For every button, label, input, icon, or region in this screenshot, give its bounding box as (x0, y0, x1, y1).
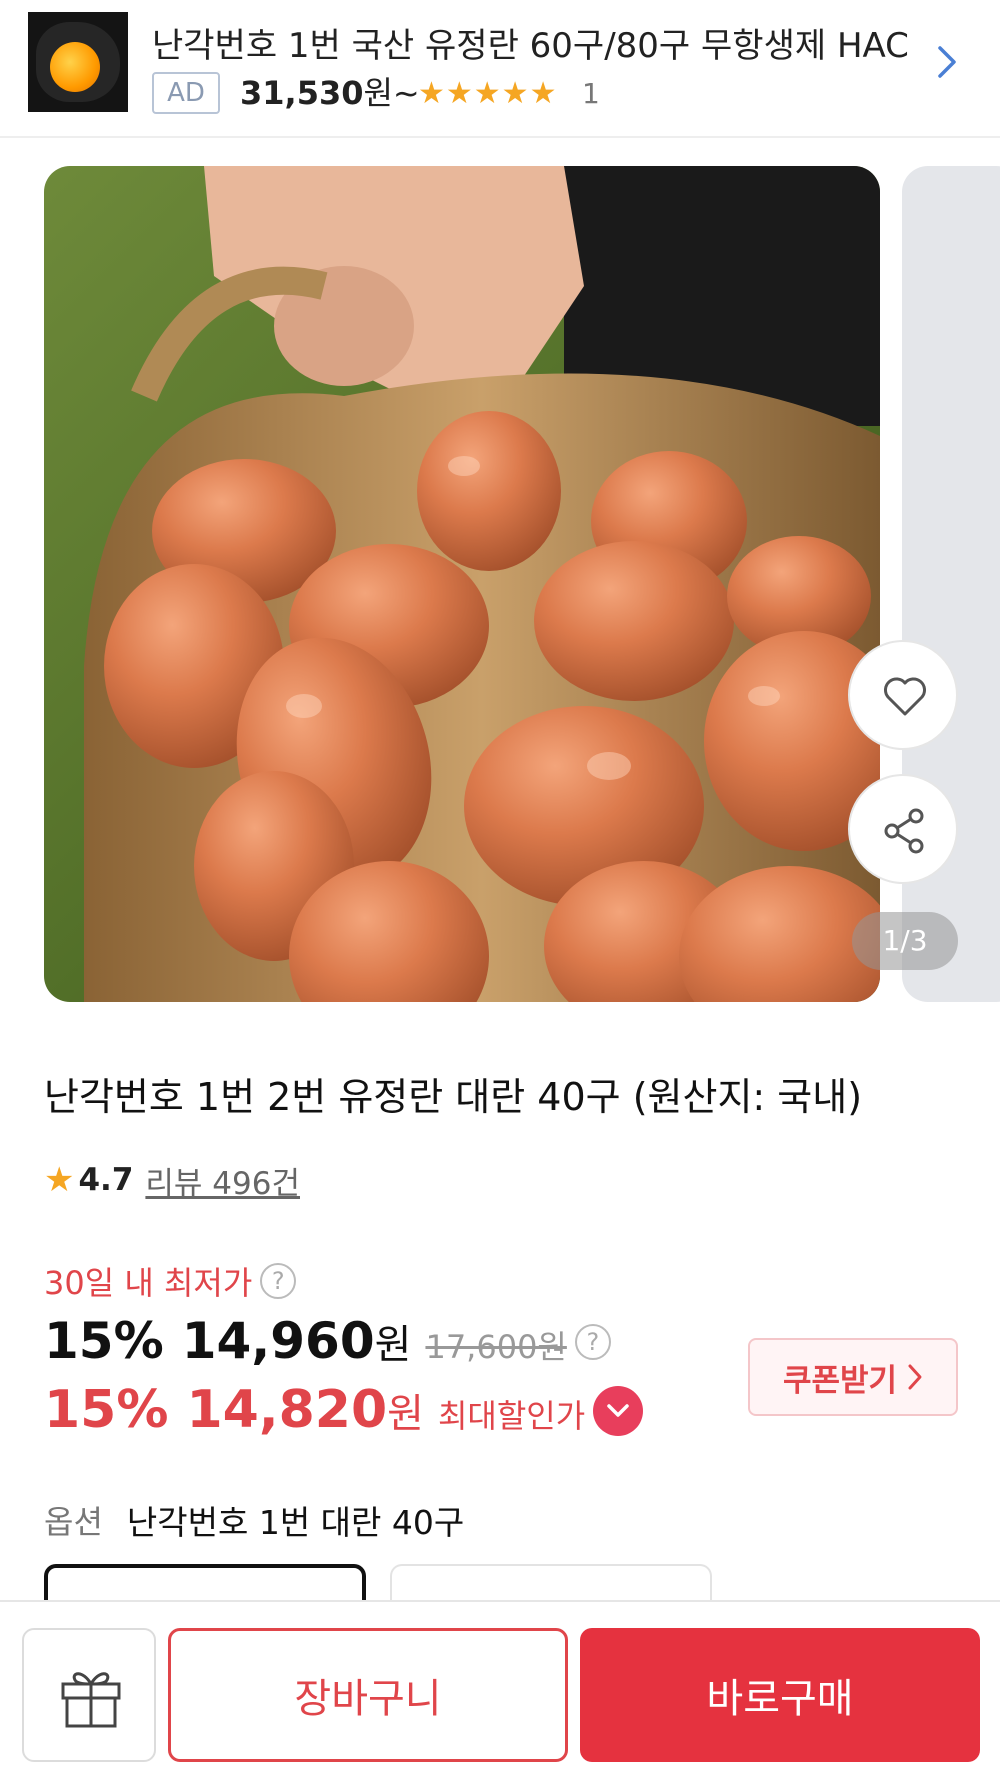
original-price: 17,600원 (425, 1328, 567, 1366)
add-to-cart-button[interactable]: 장바구니 (168, 1628, 568, 1762)
rating-row[interactable]: ★ 4.7 리뷰 496건 (44, 1158, 300, 1203)
discount-rate: 15% (44, 1312, 164, 1370)
expand-discount-button[interactable] (593, 1386, 644, 1436)
lowest-price-label: 30일 내 최저가 ? (44, 1258, 297, 1304)
sale-price: 14,960 (181, 1312, 375, 1370)
option-row: 옵션 난각번호 1번 대란 40구 (44, 1496, 464, 1544)
currency-unit: 원 (387, 1391, 424, 1437)
ad-price: 31,530원~ (240, 74, 420, 112)
coupon-button[interactable]: 쿠폰받기 (748, 1338, 958, 1416)
buy-now-button[interactable]: 바로구매 (580, 1628, 980, 1762)
currency-unit: 원 (374, 1322, 412, 1368)
max-discount-label: 최대할인가 (437, 1397, 586, 1435)
max-discount-price: 14,820 (186, 1380, 388, 1440)
page-indicator: 1/3 (852, 912, 958, 970)
ad-banner[interactable]: 난각번호 1번 국산 유정란 60구/80구 무항생제 HAC AD 31,53… (0, 0, 1000, 138)
chevron-down-icon (607, 1404, 629, 1417)
chevron-right-icon (908, 1364, 922, 1390)
wishlist-button[interactable] (848, 640, 958, 750)
product-gallery[interactable]: 1/3 (0, 140, 1000, 1010)
bottom-action-bar: 장바구니 바로구매 (0, 1600, 1000, 1778)
product-photo[interactable] (44, 166, 880, 1002)
star-icon: ★ (44, 1160, 75, 1200)
share-button[interactable] (848, 774, 958, 884)
gift-icon (61, 1672, 121, 1728)
review-link[interactable]: 리뷰 496건 (145, 1158, 300, 1203)
ad-star-rating: ★★★★★ (418, 76, 558, 111)
option-card-selected[interactable] (44, 1564, 366, 1604)
ad-title: 난각번호 1번 국산 유정란 60구/80구 무항생제 HAC (152, 26, 909, 66)
ad-badge: AD (152, 72, 220, 114)
option-label: 옵션 (44, 1503, 103, 1541)
help-icon[interactable]: ? (260, 1263, 297, 1299)
gift-button[interactable] (22, 1628, 156, 1762)
ad-thumbnail (28, 12, 128, 112)
sale-price-row: 15% 14,960 원 17,600원 ? (44, 1312, 611, 1372)
max-discount-price-row: 15% 14,820 원 최대할인가 (44, 1380, 644, 1442)
heart-icon (884, 677, 926, 716)
option-value: 난각번호 1번 대란 40구 (126, 1503, 465, 1542)
ad-rating-count: 1 (582, 77, 600, 110)
rating-value: 4.7 (78, 1162, 134, 1198)
product-title: 난각번호 1번 2번 유정란 대란 40구 (원산지: 국내) (44, 1075, 863, 1119)
max-discount-rate: 15% (44, 1380, 169, 1440)
share-icon (884, 808, 924, 854)
option-card[interactable] (390, 1564, 712, 1604)
help-icon[interactable]: ? (574, 1324, 611, 1360)
chevron-right-icon[interactable] (934, 44, 960, 80)
